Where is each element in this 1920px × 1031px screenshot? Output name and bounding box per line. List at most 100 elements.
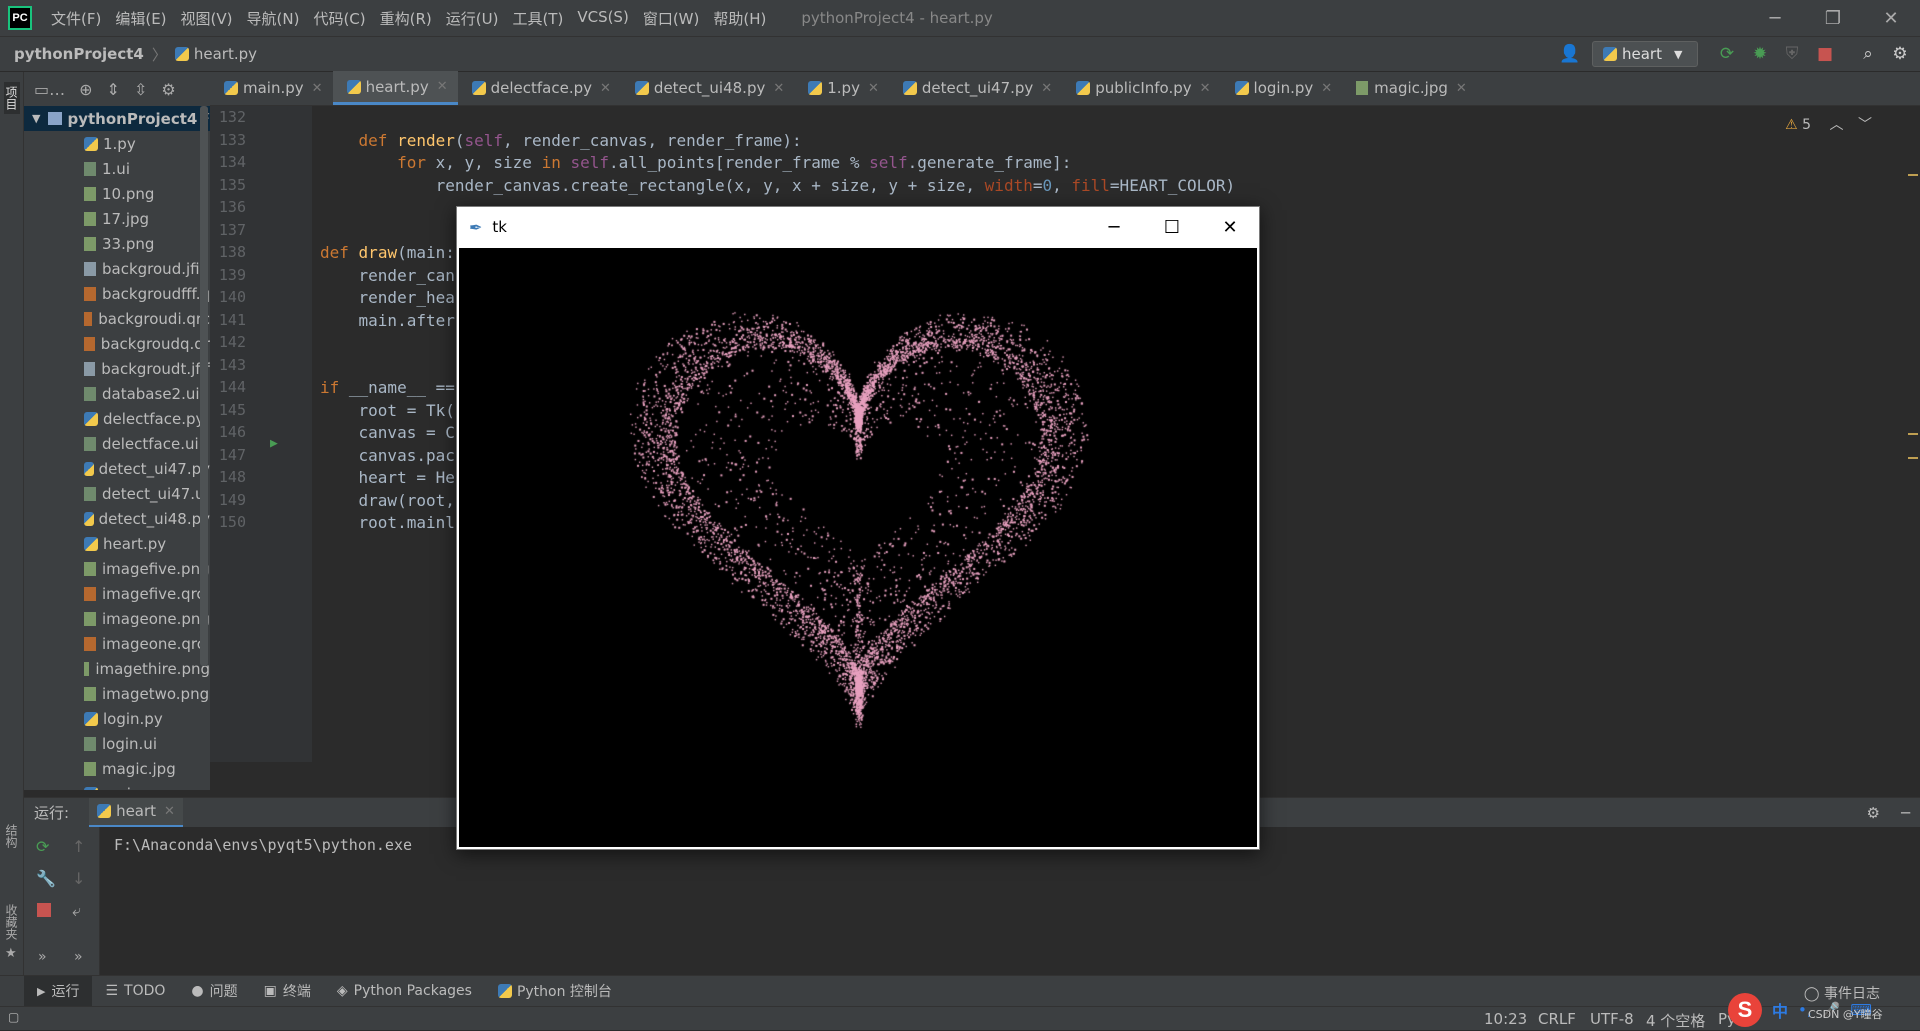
- tree-item[interactable]: backgroudfff.q: [24, 281, 210, 306]
- editor-tab[interactable]: publicInfo.py ✕: [1062, 71, 1220, 105]
- tree-item[interactable]: backgroud.jfif: [24, 256, 210, 281]
- tree-item[interactable]: imagethire.png: [24, 656, 210, 681]
- menu-item-9[interactable]: 窗口(W): [636, 8, 707, 29]
- more-icon[interactable]: »: [74, 949, 83, 965]
- close-icon[interactable]: ✕: [773, 81, 784, 96]
- menu-item-10[interactable]: 帮助(H): [706, 8, 773, 29]
- close-icon[interactable]: ✕: [600, 81, 611, 96]
- menu-item-0[interactable]: 文件(F): [44, 8, 108, 29]
- menu-item-7[interactable]: 工具(T): [505, 8, 570, 29]
- tree-item[interactable]: login.ui: [24, 731, 210, 756]
- tool-terminal[interactable]: ▣ 终端: [251, 976, 324, 1007]
- menu-item-5[interactable]: 重构(R): [373, 8, 439, 29]
- tool-run[interactable]: ▶ 运行: [24, 975, 93, 1007]
- arrow-up-icon[interactable]: ↑: [72, 837, 85, 856]
- tree-item[interactable]: heart.py: [24, 531, 210, 556]
- menu-item-6[interactable]: 运行(U): [439, 8, 506, 29]
- tree-item[interactable]: imageone.qrc: [24, 631, 210, 656]
- minimize-icon[interactable]: ─: [1085, 207, 1143, 247]
- project-tool-button[interactable]: 项目: [4, 82, 20, 114]
- soft-wrap-icon[interactable]: ⤶: [72, 901, 81, 921]
- tree-item[interactable]: magic.jpg: [24, 756, 210, 781]
- tree-item[interactable]: backgroudq.qr: [24, 331, 210, 356]
- chevron-up-icon[interactable]: ︿: [1830, 117, 1844, 133]
- ime-language[interactable]: 中: [1772, 998, 1788, 1022]
- expand-all-icon[interactable]: ⇕: [107, 80, 120, 99]
- run-gutter-icon[interactable]: ▶: [270, 436, 278, 451]
- tree-item[interactable]: detect_ui48.py: [24, 506, 210, 531]
- editor-tab[interactable]: login.py ✕: [1221, 71, 1343, 105]
- tree-item[interactable]: imagefive.qrc: [24, 581, 210, 606]
- sogou-logo-icon[interactable]: S: [1728, 993, 1762, 1027]
- chevron-down-icon[interactable]: ﹀: [1858, 117, 1872, 133]
- stop-icon[interactable]: ■: [1815, 44, 1835, 64]
- close-icon[interactable]: ✕: [1456, 81, 1467, 96]
- error-stripe-mark[interactable]: [1908, 433, 1918, 435]
- rerun-icon[interactable]: ⟳: [1717, 44, 1737, 64]
- gear-icon[interactable]: ⚙: [161, 80, 175, 99]
- menu-item-4[interactable]: 代码(C): [306, 8, 372, 29]
- restore-icon[interactable]: ❐: [1804, 0, 1862, 36]
- tree-item[interactable]: imagefive.png: [24, 556, 210, 581]
- line-separator[interactable]: CRLF: [1538, 1010, 1576, 1028]
- inspection-widget[interactable]: ⚠ 5 ︿ ﹀: [1785, 114, 1872, 134]
- file-encoding[interactable]: UTF-8: [1590, 1010, 1634, 1028]
- maximize-icon[interactable]: ☐: [1143, 207, 1201, 247]
- rerun-icon[interactable]: ⟳: [36, 837, 49, 856]
- close-icon[interactable]: ✕: [437, 79, 448, 94]
- tree-item[interactable]: 33.png: [24, 231, 210, 256]
- tree-item[interactable]: 17.jpg: [24, 206, 210, 231]
- tree-item[interactable]: login.py: [24, 706, 210, 731]
- close-icon[interactable]: ✕: [1862, 0, 1920, 36]
- tree-item[interactable]: imageone.png: [24, 606, 210, 631]
- editor-scrollbar[interactable]: [1906, 106, 1920, 762]
- close-icon[interactable]: ✕: [868, 81, 879, 96]
- arrow-down-icon[interactable]: ↓: [72, 869, 85, 888]
- editor-tab[interactable]: heart.py ✕: [332, 71, 458, 105]
- user-icon[interactable]: 👤: [1559, 44, 1580, 64]
- run-config-dropdown[interactable]: heart ▼: [1592, 41, 1698, 67]
- tree-item[interactable]: 1.py: [24, 131, 210, 156]
- editor-tab[interactable]: delectface.py ✕: [458, 71, 621, 105]
- tree-item[interactable]: main.py: [24, 781, 210, 790]
- run-tab-heart[interactable]: heart ✕: [89, 797, 183, 828]
- tree-item[interactable]: delectface.ui: [24, 431, 210, 456]
- error-stripe-mark[interactable]: [1908, 457, 1918, 459]
- menu-item-8[interactable]: VCS(S): [570, 8, 635, 29]
- tool-python-packages[interactable]: ◈ Python Packages: [324, 976, 485, 1007]
- close-icon[interactable]: ✕: [164, 804, 175, 819]
- close-icon[interactable]: ✕: [1321, 81, 1332, 96]
- project-view-icon[interactable]: ▭…: [34, 80, 65, 99]
- structure-tool-button[interactable]: 结构: [4, 824, 20, 848]
- editor-tab[interactable]: detect_ui47.py ✕: [889, 71, 1062, 105]
- editor-tab[interactable]: magic.jpg ✕: [1342, 71, 1477, 105]
- minimize-icon[interactable]: ─: [1746, 0, 1804, 36]
- collapse-all-icon[interactable]: ⇳: [134, 80, 147, 99]
- more-icon[interactable]: »: [38, 949, 47, 965]
- gear-icon[interactable]: ⚙: [1890, 44, 1910, 64]
- tool-problems[interactable]: ● 问题: [178, 976, 250, 1007]
- indent-setting[interactable]: 4 个空格: [1646, 1010, 1705, 1031]
- search-icon[interactable]: ⌕: [1858, 44, 1878, 64]
- wrench-icon[interactable]: 🔧: [36, 869, 56, 888]
- coverage-icon[interactable]: ⛨: [1782, 44, 1802, 64]
- menu-item-2[interactable]: 视图(V): [174, 8, 240, 29]
- breadcrumb-file[interactable]: heart.py: [174, 45, 257, 63]
- tree-item[interactable]: database2.ui: [24, 381, 210, 406]
- tree-item[interactable]: backgroudt.jfif: [24, 356, 210, 381]
- tree-item[interactable]: 10.png: [24, 181, 210, 206]
- tree-root[interactable]: ▼ pythonProject4 F: [24, 106, 210, 131]
- layout-icon[interactable]: ▢: [8, 1010, 19, 1024]
- error-stripe-mark[interactable]: [1908, 174, 1918, 176]
- caret-position[interactable]: 10:23: [1484, 1010, 1527, 1028]
- star-icon[interactable]: ★: [5, 946, 17, 961]
- stop-icon[interactable]: [37, 903, 51, 917]
- tree-item[interactable]: imagetwo.png: [24, 681, 210, 706]
- tree-scrollbar[interactable]: [200, 106, 208, 666]
- tree-item[interactable]: 1.ui: [24, 156, 210, 181]
- bookmarks-tool-button[interactable]: 收藏夹: [4, 904, 20, 940]
- close-icon[interactable]: ✕: [1200, 81, 1211, 96]
- heart-canvas[interactable]: [459, 248, 1257, 847]
- close-icon[interactable]: ✕: [1201, 207, 1259, 247]
- debug-icon[interactable]: ✹: [1750, 44, 1770, 64]
